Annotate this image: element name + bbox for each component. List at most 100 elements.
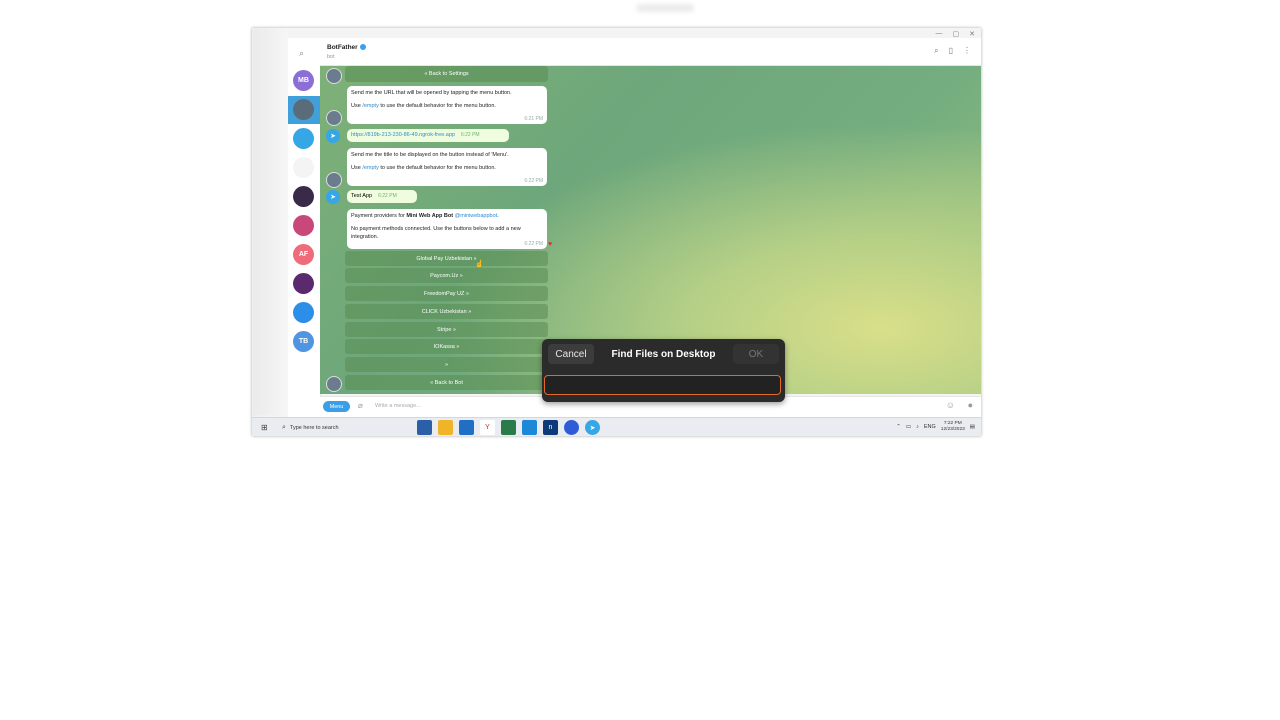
chat-header: BotFather bot ⌕ ▯ ⋮ (320, 38, 981, 66)
taskview-app-icon[interactable] (417, 420, 432, 435)
verified-icon (359, 44, 366, 51)
message-text: Send me the title to be displayed on the… (351, 152, 509, 158)
bot-avatar (326, 376, 342, 392)
heart-reaction-icon[interactable]: ♥ (548, 241, 552, 248)
bot-message: Send me the URL that will be opened by t… (347, 86, 547, 124)
search-icon: ⌕ (282, 423, 286, 431)
pycharm-icon[interactable] (501, 420, 516, 435)
message-link[interactable]: https://819b-213-230-86-49.ngrok-free.ap… (351, 132, 455, 138)
search-icon[interactable]: ⌕ (934, 46, 938, 56)
command-link[interactable]: /empty (362, 165, 379, 171)
message-text: Use (351, 102, 363, 109)
microphone-icon[interactable]: ● (968, 400, 973, 410)
close-button[interactable]: ✕ (969, 30, 975, 38)
taskbar-search-label: Type here to search (289, 424, 339, 431)
keyboard-button-global-pay[interactable]: Global Pay Uzbekistan » (345, 251, 548, 266)
file-explorer-icon[interactable] (438, 420, 453, 435)
message-time: 6:22 PM (524, 177, 543, 184)
message-text: to use the default behavior for the menu… (378, 102, 496, 109)
blurred-top-text (636, 4, 694, 12)
message-input[interactable]: Write a message... (375, 403, 421, 409)
keyboard-button-iokassa[interactable]: IOKassa » (345, 339, 548, 354)
emoji-icon[interactable]: ☺ (946, 400, 955, 410)
notion-icon[interactable]: n (543, 420, 558, 435)
keyboard-button-next[interactable]: » (345, 357, 548, 372)
telegram-icon[interactable]: ➤ (585, 420, 600, 435)
notifications-icon[interactable]: ▤ (970, 424, 975, 430)
message-time: 6:21 PM (524, 115, 543, 122)
chat-avatar-4[interactable] (293, 157, 314, 178)
search-input[interactable] (544, 375, 781, 395)
clock[interactable]: 7:22 PM 12/23/2023 (941, 421, 965, 433)
user-avatar: ➤ (326, 129, 340, 143)
chat-avatar-8[interactable] (293, 273, 314, 294)
system-tray: ⌃ ▭ ♪ ENG 7:22 PM 12/23/2023 ▤ (896, 421, 975, 433)
chat-avatar-9[interactable] (293, 302, 314, 323)
bot-message: Send me the title to be displayed on the… (347, 148, 547, 186)
message-text: Payment providers for (351, 213, 407, 219)
bot-menu-button[interactable]: Menu (323, 401, 350, 412)
message-text: to use the default behavior for the menu… (378, 164, 496, 171)
user-avatar: ➤ (326, 190, 340, 204)
chat-avatar-af[interactable]: AF (293, 244, 314, 265)
command-link[interactable]: /empty (362, 103, 379, 109)
message-text: No payment methods connected. Use the bu… (351, 225, 521, 240)
window-controls: — ▢ ✕ (936, 30, 976, 38)
bot-username-link[interactable]: @miniwebappbot (455, 213, 498, 219)
chat-avatar-5[interactable] (293, 186, 314, 207)
bot-avatar (326, 110, 342, 126)
search-icon[interactable]: ⌕ (299, 48, 304, 59)
message-text: Test App (351, 193, 373, 199)
message-time: 6:22 PM (460, 132, 480, 138)
outgoing-message: https://819b-213-230-86-49.ngrok-free.ap… (347, 129, 509, 142)
chat-subtitle: bot (327, 54, 335, 60)
bot-name: Mini Web App Bot (406, 213, 454, 219)
taskbar-search[interactable]: ⌕ Type here to search (278, 421, 408, 434)
message-time: 6:22 PM (378, 193, 397, 199)
mail-icon[interactable] (459, 420, 474, 435)
volume-icon[interactable]: ♪ (916, 424, 919, 430)
keyboard-button-back-to-settings[interactable]: « Back to Settings (345, 66, 548, 82)
start-icon[interactable]: ⊞ (261, 423, 268, 432)
message-text: . (497, 213, 499, 219)
keyboard-button-freedompay[interactable]: FreedomPay UZ » (345, 286, 548, 301)
bot-message: Payment providers for Mini Web App Bot @… (347, 209, 547, 249)
keyboard-button-click[interactable]: CLICK Uzbekistan » (345, 304, 548, 319)
lang-indicator[interactable]: ENG (924, 424, 936, 430)
chat-title[interactable]: BotFather (327, 44, 366, 51)
chat-avatar-telegram[interactable] (293, 128, 314, 149)
chat-avatar-botfather[interactable] (293, 99, 314, 120)
vscode-icon[interactable] (522, 420, 537, 435)
sidebar-toggle-icon[interactable]: ▯ (949, 46, 953, 56)
chat-avatar-6[interactable] (293, 215, 314, 236)
more-icon[interactable]: ⋮ (963, 46, 971, 56)
cancel-button[interactable]: Cancel (548, 344, 594, 364)
outgoing-message: Test App 6:22 PM (347, 190, 417, 203)
attach-icon[interactable]: ⌀ (358, 401, 363, 410)
minimize-button[interactable]: — (936, 30, 943, 38)
keyboard-button-back-to-bot[interactable]: « Back to Bot (345, 375, 548, 390)
keyboard-button-stripe[interactable]: Stripe » (345, 322, 548, 337)
blurred-background (252, 28, 288, 416)
taskbar-apps: Y n ➤ (417, 420, 600, 435)
windows-taskbar: ⊞ ⌕ Type here to search Y n ➤ ⌃ ▭ ♪ ENG 7… (252, 417, 981, 436)
network-icon[interactable]: ▭ (906, 424, 911, 430)
bot-avatar (326, 68, 342, 84)
chat-list-sidebar: ⌕ MB AF TB (288, 38, 321, 418)
find-files-dialog: Cancel Find Files on Desktop OK (542, 339, 785, 402)
message-text: Send me the URL that will be opened by t… (351, 90, 512, 96)
tray-chevron-icon[interactable]: ⌃ (896, 424, 901, 430)
chat-avatar-tb[interactable]: TB (293, 331, 314, 352)
keyboard-button-paycom[interactable]: Paycom.Uz » (345, 268, 548, 283)
maximize-button[interactable]: ▢ (953, 30, 960, 38)
chat-avatar-mb[interactable]: MB (293, 70, 314, 91)
yandex-browser-icon[interactable]: Y (480, 420, 495, 435)
message-text: Use (351, 164, 363, 171)
zoom-icon[interactable] (564, 420, 579, 435)
dialog-title: Find Files on Desktop (611, 348, 716, 360)
bot-avatar (326, 172, 342, 188)
clock-date: 12/23/2023 (940, 426, 965, 432)
ok-button[interactable]: OK (733, 344, 779, 364)
message-time: 6:22 PM (524, 240, 543, 247)
mouse-cursor-icon: ☝ (475, 261, 484, 268)
